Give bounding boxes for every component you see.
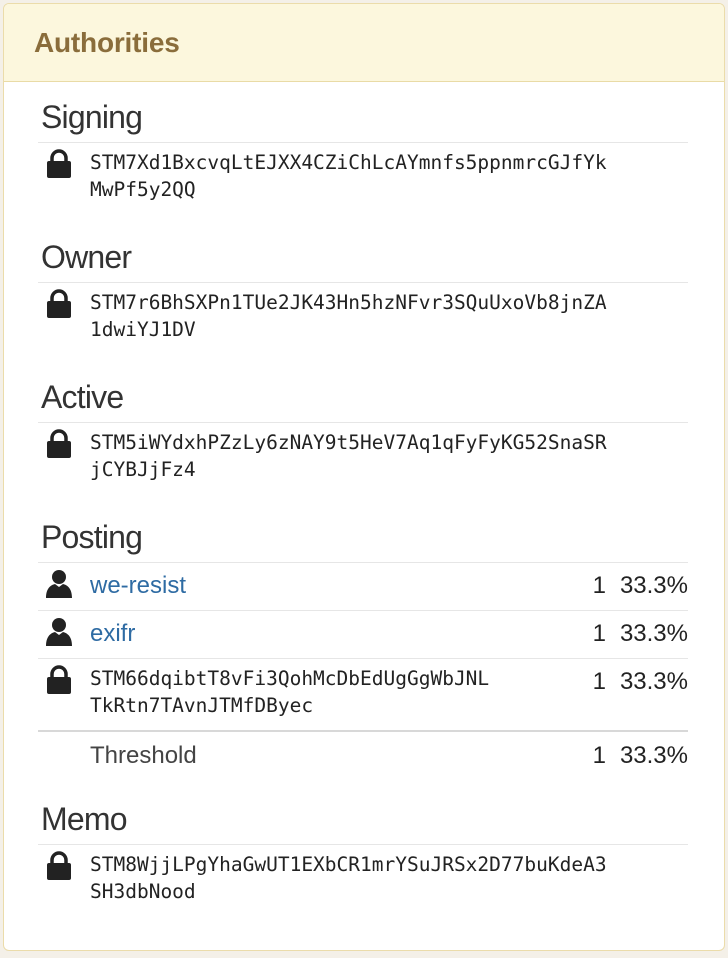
threshold-weight: 1 (592, 742, 606, 769)
signing-section: Signing STM7Xd1BxcvqLtEJXX4CZiChLcAYmnfs… (38, 92, 688, 232)
active-title: Active (41, 379, 124, 415)
lock-icon (38, 665, 90, 695)
memo-public-key: STM8WjjLPgYhaGwUT1EXbCR1mrYSuJRSx2D77buK… (90, 853, 607, 903)
lock-icon (38, 851, 90, 881)
lock-icon (38, 149, 90, 179)
posting-title: Posting (41, 519, 143, 555)
user-icon (38, 617, 90, 647)
memo-title: Memo (41, 801, 128, 837)
owner-key-row: STM7r6BhSXPn1TUe2JK43Hn5hzNFvr3SQuUxoVb8… (38, 282, 688, 372)
lock-icon (38, 429, 90, 459)
posting-account-row: we-resist 1 33.3% (38, 562, 688, 610)
signing-key-row: STM7Xd1BxcvqLtEJXX4CZiChLcAYmnfs5ppnmrcG… (38, 142, 688, 232)
account-weight: 1 (592, 572, 606, 599)
active-public-key: STM5iWYdxhPZzLy6zNAY9t5HeV7Aq1qFyFyKG52S… (90, 431, 607, 481)
account-link-we-resist[interactable]: we-resist (90, 569, 566, 603)
posting-public-key: STM66dqibtT8vFi3QohMcDbEdUgGgWbJNL TkRtn… (90, 667, 490, 717)
threshold-row: Threshold 1 33.3% (38, 730, 688, 778)
owner-public-key: STM7r6BhSXPn1TUe2JK43Hn5hzNFvr3SQuUxoVb8… (90, 291, 607, 341)
account-percent: 33.3% (619, 572, 688, 599)
active-section: Active STM5iWYdxhPZzLy6zNAY9t5HeV7Aq1qFy… (38, 372, 688, 512)
posting-account-row: exifr 1 33.3% (38, 610, 688, 658)
posting-key-row: STM66dqibtT8vFi3QohMcDbEdUgGgWbJNL TkRtn… (38, 658, 688, 730)
panel-heading: Authorities (4, 4, 724, 82)
owner-title: Owner (41, 239, 132, 275)
signing-public-key: STM7Xd1BxcvqLtEJXX4CZiChLcAYmnfs5ppnmrcG… (90, 151, 607, 201)
threshold-percent: 33.3% (619, 742, 688, 769)
active-key-row: STM5iWYdxhPZzLy6zNAY9t5HeV7Aq1qFyFyKG52S… (38, 422, 688, 512)
authorities-panel: Authorities Signing STM7Xd1BxcvqLtEJXX4C… (3, 3, 725, 951)
user-icon (38, 569, 90, 599)
memo-key-row: STM8WjjLPgYhaGwUT1EXbCR1mrYSuJRSx2D77buK… (38, 844, 688, 934)
account-weight: 1 (592, 620, 606, 647)
panel-body: Signing STM7Xd1BxcvqLtEJXX4CZiChLcAYmnfs… (4, 82, 724, 934)
account-percent: 33.3% (619, 620, 688, 647)
signing-title: Signing (41, 99, 143, 135)
lock-icon (38, 289, 90, 319)
owner-section: Owner STM7r6BhSXPn1TUe2JK43Hn5hzNFvr3SQu… (38, 232, 688, 372)
account-link-exifr[interactable]: exifr (90, 617, 566, 651)
posting-section: Posting we-resist 1 33.3% exifr 1 33.3% (38, 512, 688, 778)
panel-title: Authorities (34, 26, 180, 58)
key-percent: 33.3% (619, 668, 688, 695)
threshold-label: Threshold (90, 742, 197, 769)
memo-section: Memo STM8WjjLPgYhaGwUT1EXbCR1mrYSuJRSx2D… (38, 794, 688, 934)
key-weight: 1 (592, 668, 606, 695)
